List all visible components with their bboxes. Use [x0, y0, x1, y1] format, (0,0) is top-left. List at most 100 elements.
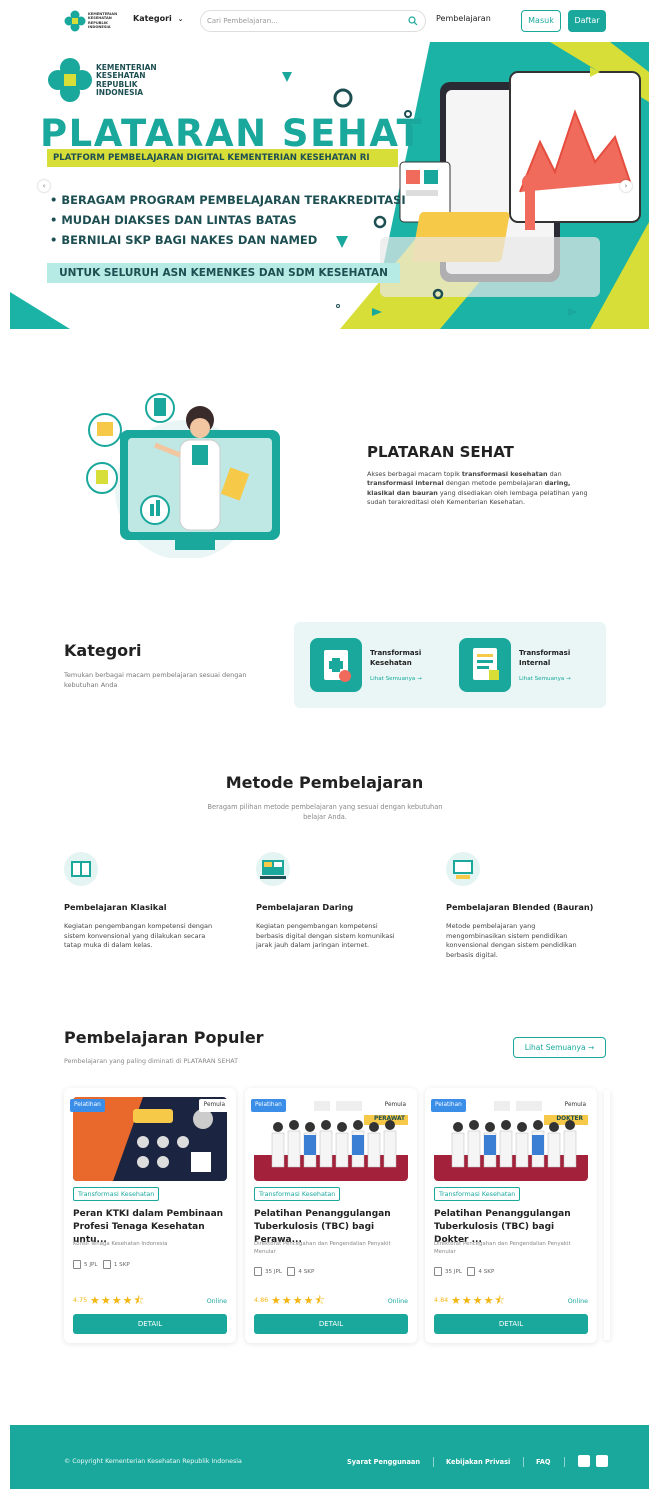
course-type-badge: Pelatihan	[251, 1099, 286, 1112]
course-jpl: 5 JPL	[84, 1262, 98, 1268]
course-mode: Online	[567, 1298, 588, 1305]
course-jpl: 35 JPL	[445, 1269, 463, 1275]
star-rating-icon: ★★★★⯪	[90, 1294, 145, 1307]
course-skp: 4 SKP	[298, 1269, 315, 1275]
monitor-book-icon	[446, 852, 480, 886]
course-organizer: Direktorat Pencegahan dan Pengendalian P…	[254, 1241, 391, 1255]
hero-bullet-list: BERAGAM PROGRAM PEMBELAJARAN TERAKREDITA…	[50, 190, 406, 250]
star-rating-icon: ★★★★⯪	[451, 1294, 506, 1307]
search-bar[interactable]: Cari Pembelajaran...	[200, 10, 426, 32]
site-header: KEMENTERIAN KESEHATAN REPUBLIK INDONESIA…	[0, 0, 649, 42]
kemenkes-logo-icon	[64, 10, 86, 32]
course-skp: 1 SKP	[113, 1262, 130, 1268]
document-icon	[459, 638, 511, 692]
metode-name: Pembelajaran Daring	[256, 902, 354, 912]
kategori-panel: Transformasi Kesehatan Lihat Semuanya → …	[294, 622, 606, 708]
course-banner-label: DOKTER	[556, 1116, 583, 1122]
chevron-down-icon: ⌄	[177, 15, 184, 23]
kategori-name: Transformasi Kesehatan	[370, 649, 422, 667]
course-mode: Online	[206, 1298, 227, 1305]
course-level-badge: Pemula	[559, 1099, 591, 1112]
social-media-icon[interactable]	[596, 1455, 608, 1467]
carousel-dot[interactable]	[326, 304, 330, 308]
course-meta: 35 JPL 4 SKP	[434, 1267, 494, 1276]
course-card[interactable]: Pelatihan Pemula PERAWAT Transformasi Ke…	[245, 1088, 417, 1343]
course-meta: 5 JPL 1 SKP	[73, 1260, 130, 1269]
course-detail-button[interactable]: DETAIL	[254, 1314, 408, 1334]
carousel-prev-icon[interactable]: ‹	[38, 180, 50, 192]
about-title: PLATARAN SEHAT	[367, 443, 514, 461]
metode-item-klasikal: Pembelajaran Klasikal Kegiatan pengemban…	[64, 852, 224, 951]
kategori-see-all-link[interactable]: Lihat Semuanya →	[519, 676, 571, 682]
search-input[interactable]: Cari Pembelajaran...	[207, 17, 278, 25]
course-organizer: Direktorat Pencegahan dan Pengendalian P…	[434, 1241, 571, 1255]
about-desc-text: dengan metode pembelajaran	[443, 479, 545, 488]
course-banner-label: PERAWAT	[373, 1116, 405, 1122]
footer-link-privasi[interactable]: Kebijakan Privasi	[446, 1458, 510, 1466]
course-mode: Online	[387, 1298, 408, 1305]
footer-link-syarat[interactable]: Syarat Penggunaan	[347, 1458, 420, 1466]
about-desc-text: dan	[547, 470, 562, 478]
metode-item-daring: Pembelajaran Daring Kegiatan pengembanga…	[256, 852, 416, 951]
footer-divider	[523, 1457, 524, 1467]
course-level-badge: Pemula	[198, 1099, 230, 1112]
course-organizer: Konsil Tenaga Kesehatan Indonesia	[73, 1241, 168, 1247]
hero-bullet: MUDAH DIAKSES DAN LINTAS BATAS	[50, 210, 406, 230]
search-icon[interactable]	[408, 16, 418, 26]
hero-subtitle: PLATFORM PEMBELAJARAN DIGITAL KEMENTERIA…	[47, 149, 398, 167]
hero-bullet: BERAGAM PROGRAM PEMBELAJARAN TERAKREDITA…	[50, 190, 405, 210]
carousel-dot-active[interactable]	[336, 304, 340, 308]
hero-carousel: KEMENTERIAN KESEHATAN REPUBLIK INDONESIA…	[10, 42, 649, 329]
kategori-card-transformasi-internal[interactable]: Transformasi Internal Lihat Semuanya →	[459, 638, 599, 692]
kemenkes-logo[interactable]: KEMENTERIAN KESEHATAN REPUBLIK INDONESIA	[64, 8, 118, 34]
course-jpl: 35 JPL	[265, 1269, 283, 1275]
kategori-see-all-link[interactable]: Lihat Semuanya →	[370, 676, 422, 682]
course-rating-value: 4.75	[73, 1296, 88, 1304]
footer-divider	[433, 1457, 434, 1467]
course-category-tag: Transformasi Kesehatan	[73, 1187, 160, 1201]
course-rating-value: 4.84	[434, 1296, 449, 1304]
course-type-badge: Pelatihan	[431, 1099, 466, 1112]
metode-name: Pembelajaran Blended (Bauran)	[446, 902, 594, 912]
populer-see-all-button[interactable]: Lihat Semuanya →	[513, 1037, 606, 1058]
metode-text: Metode pembelajaran yang mengombinasikan…	[446, 922, 577, 959]
logo-text: KEMENTERIAN KESEHATAN REPUBLIK INDONESIA	[88, 12, 118, 30]
course-skp: 4 SKP	[478, 1269, 495, 1275]
social-media-icon[interactable]	[578, 1455, 590, 1467]
masuk-button[interactable]: Masuk	[521, 10, 561, 32]
about-desc-bold: transformasi internal	[367, 479, 444, 488]
document-icon	[434, 1267, 442, 1276]
carousel-next-icon[interactable]: ›	[620, 180, 632, 192]
kategori-card-transformasi-kesehatan[interactable]: Transformasi Kesehatan Lihat Semuanya →	[310, 638, 450, 692]
populer-title: Pembelajaran Populer	[64, 1028, 264, 1047]
laptop-video-icon	[256, 852, 290, 886]
course-card[interactable]: Pelatihan Pemula DOKTER Transformasi Kes…	[425, 1088, 597, 1343]
populer-description: Pembelajaran yang paling diminati di PLA…	[64, 1058, 238, 1065]
course-card-peek	[604, 1090, 610, 1340]
document-icon	[467, 1267, 476, 1276]
course-category-tag: Transformasi Kesehatan	[434, 1187, 521, 1201]
kategori-title: Kategori	[64, 641, 142, 660]
document-icon	[102, 1260, 111, 1269]
course-detail-button[interactable]: DETAIL	[73, 1314, 227, 1334]
kategori-dropdown[interactable]: Kategori ⌄	[133, 14, 183, 23]
course-card[interactable]: Pelatihan Pemula Transformasi Kesehatan …	[64, 1088, 236, 1343]
footer-link-faq[interactable]: FAQ	[536, 1458, 550, 1466]
hero-cta-banner: UNTUK SELURUH ASN KEMENKES DAN SDM KESEH…	[47, 263, 400, 283]
kategori-label: Kategori	[133, 14, 172, 23]
metode-name: Pembelajaran Klasikal	[64, 902, 167, 912]
metode-text: Kegiatan pengembangan kompetensi dengan …	[64, 922, 213, 950]
course-detail-button[interactable]: DETAIL	[434, 1314, 588, 1334]
document-icon	[287, 1267, 296, 1276]
star-rating-icon: ★★★★⯪	[271, 1294, 326, 1307]
daftar-button[interactable]: Daftar	[568, 10, 606, 32]
course-meta: 35 JPL 4 SKP	[254, 1267, 314, 1276]
course-rating-value: 4.86	[254, 1296, 269, 1304]
about-description: Akses berbagai macam topik transformasi …	[367, 470, 599, 508]
medical-clipboard-icon	[310, 638, 362, 692]
nav-pembelajaran[interactable]: Pembelajaran	[436, 14, 491, 23]
document-icon	[254, 1267, 262, 1276]
about-desc-text: Akses berbagai macam topik	[367, 470, 462, 478]
hero-logo-text: KEMENTERIAN KESEHATAN REPUBLIK INDONESIA	[96, 63, 157, 98]
kategori-name: Transformasi Internal	[519, 649, 571, 667]
